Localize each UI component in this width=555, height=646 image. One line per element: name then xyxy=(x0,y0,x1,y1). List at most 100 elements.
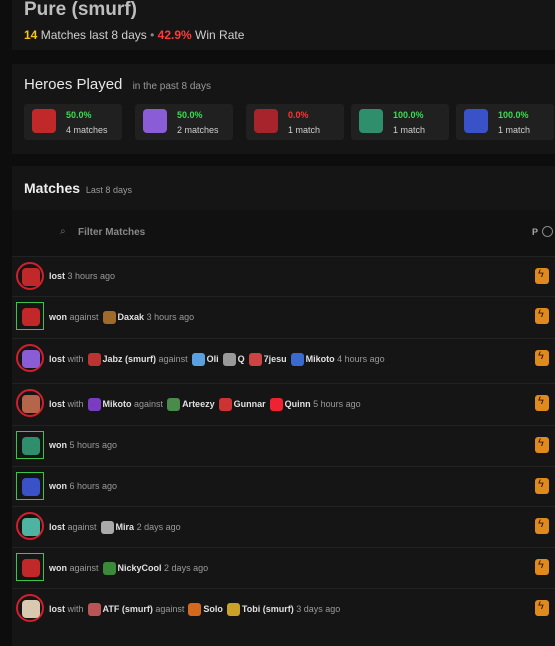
match-row[interactable]: won 5 hours ago xyxy=(12,425,555,466)
column-header-p[interactable]: P xyxy=(532,227,538,237)
match-text-strong[interactable]: Quinn xyxy=(285,399,311,409)
lightning-badge-icon xyxy=(535,268,549,284)
hero-avatar xyxy=(16,594,44,622)
teal-beast-icon xyxy=(359,109,383,133)
match-text-strong[interactable]: Mikoto xyxy=(306,354,335,364)
matches-subtitle: Last 8 days xyxy=(85,185,132,195)
heroes-played-section: Heroes Played in the past 8 days 50.0% 4 … xyxy=(12,64,555,154)
hero-avatar xyxy=(16,553,44,581)
match-text-strong[interactable]: Jabz (smurf) xyxy=(103,354,157,364)
crimson-crab-icon xyxy=(254,109,278,133)
player-hero-icon xyxy=(188,603,202,616)
match-summary: won against Daxak 3 hours ago xyxy=(49,311,194,324)
match-row[interactable]: won against NickyCool 2 days ago xyxy=(12,547,555,588)
player-hero-icon xyxy=(102,311,116,324)
match-row[interactable]: lost 3 hours ago xyxy=(12,256,555,297)
player-hero-icon xyxy=(218,398,232,411)
hero-card[interactable]: 100.0% 1 match xyxy=(351,104,449,140)
match-row[interactable]: won 6 hours ago xyxy=(12,466,555,507)
match-text-strong[interactable]: Solo xyxy=(203,604,223,614)
match-row[interactable]: lost against Mira 2 days ago xyxy=(12,506,555,547)
match-text: 3 days ago xyxy=(293,603,341,614)
blue-knight-icon xyxy=(22,478,40,496)
hero-match-count: 1 match xyxy=(288,125,321,135)
match-text-strong: lost xyxy=(49,603,66,614)
matches-title: Matches Last 8 days xyxy=(24,180,132,196)
hero-match-count: 4 matches xyxy=(66,125,108,135)
match-summary: won against NickyCool 2 days ago xyxy=(49,562,208,575)
match-text: with xyxy=(65,398,84,409)
match-text-strong: lost xyxy=(49,353,66,364)
lightning-badge-icon xyxy=(535,600,549,616)
hero-card[interactable]: 50.0% 4 matches xyxy=(24,104,122,140)
hero-avatar xyxy=(16,472,44,500)
match-text: 5 hours ago xyxy=(310,398,361,409)
player-hero-icon xyxy=(290,353,304,366)
hero-avatar xyxy=(16,302,44,330)
red-demon-icon xyxy=(32,109,56,133)
match-text: 2 days ago xyxy=(134,521,181,532)
blue-knight-icon xyxy=(464,109,488,133)
hero-avatar xyxy=(16,262,44,290)
match-summary: lost with Jabz (smurf) against Oli Q 7jesu Mi… xyxy=(49,353,385,366)
matches-section: Matches Last 8 days ⌕ Filter Matches P l… xyxy=(12,166,555,646)
match-row[interactable]: lost with ATF (smurf) against Solo Tobi (sm… xyxy=(12,588,555,629)
match-summary: won 5 hours ago xyxy=(49,440,117,450)
player-hero-icon xyxy=(87,398,101,411)
match-row[interactable]: lost with Mikoto against Arteezy Gunnar Quin… xyxy=(12,383,555,424)
hero-avatar xyxy=(16,512,44,540)
hero-avatar xyxy=(16,389,44,417)
lightning-badge-icon xyxy=(535,395,549,411)
match-text-strong[interactable]: NickyCool xyxy=(118,563,162,573)
heroes-played-heading: Heroes Played xyxy=(24,76,123,93)
player-hero-icon xyxy=(102,562,116,575)
match-text-strong[interactable]: Daxak xyxy=(118,312,145,322)
match-text: against xyxy=(131,398,164,409)
player-hero-icon xyxy=(87,603,101,616)
match-text: 3 hours ago xyxy=(65,271,116,281)
match-summary: won 6 hours ago xyxy=(49,481,117,491)
match-text-strong[interactable]: Arteezy xyxy=(182,399,215,409)
matches-heading: Matches xyxy=(24,180,81,196)
hero-avatar xyxy=(16,431,44,459)
match-text-strong: lost xyxy=(49,271,66,281)
match-text-strong[interactable]: Oli xyxy=(207,354,219,364)
player-stats: 14 Matches last 8 days • 42.9% Win Rate xyxy=(24,28,244,42)
purple-spirit-icon xyxy=(22,350,40,368)
stats-separator: • xyxy=(150,28,155,42)
match-text-strong: won xyxy=(49,562,67,573)
match-text: with xyxy=(65,353,84,364)
match-text-strong[interactable]: ATF (smurf) xyxy=(103,604,153,614)
match-text-strong[interactable]: Tobi (smurf) xyxy=(242,604,294,614)
hero-card[interactable]: 50.0% 2 matches xyxy=(135,104,233,140)
hero-win-rate: 50.0% xyxy=(177,110,203,120)
matches-label: Matches last 8 days xyxy=(40,28,147,42)
lightning-badge-icon xyxy=(535,559,549,575)
match-text-strong[interactable]: Gunnar xyxy=(234,399,266,409)
player-hero-icon xyxy=(222,353,236,366)
hero-card[interactable]: 0.0% 1 match xyxy=(246,104,344,140)
match-text-strong[interactable]: Mira xyxy=(116,522,135,532)
player-hero-icon xyxy=(191,353,205,366)
match-row[interactable]: won against Daxak 3 hours ago xyxy=(12,296,555,337)
match-summary: lost with Mikoto against Arteezy Gunnar Quin… xyxy=(49,398,361,411)
match-text-strong: won xyxy=(49,311,67,322)
win-rate-value: 42.9% xyxy=(157,28,192,42)
info-icon[interactable] xyxy=(542,226,553,237)
red-demon-icon xyxy=(22,559,40,577)
hero-win-rate: 50.0% xyxy=(66,110,92,120)
lightning-badge-icon xyxy=(535,518,549,534)
match-text-strong[interactable]: Q xyxy=(238,354,245,364)
match-text-strong[interactable]: Mikoto xyxy=(103,399,132,409)
match-text: 3 hours ago xyxy=(144,311,195,322)
hero-match-count: 1 match xyxy=(393,125,426,135)
lightning-badge-icon xyxy=(535,437,549,453)
red-demon-icon xyxy=(22,268,40,286)
match-text-strong[interactable]: 7jesu xyxy=(264,354,287,364)
hero-card[interactable]: 100.0% 1 match xyxy=(456,104,554,140)
match-row[interactable]: lost with Jabz (smurf) against Oli Q 7jesu Mi… xyxy=(12,338,555,379)
match-text: 2 days ago xyxy=(161,562,209,573)
win-rate-label: Win Rate xyxy=(195,28,245,42)
match-summary: lost against Mira 2 days ago xyxy=(49,521,181,534)
filter-matches-input[interactable]: Filter Matches xyxy=(78,227,145,238)
